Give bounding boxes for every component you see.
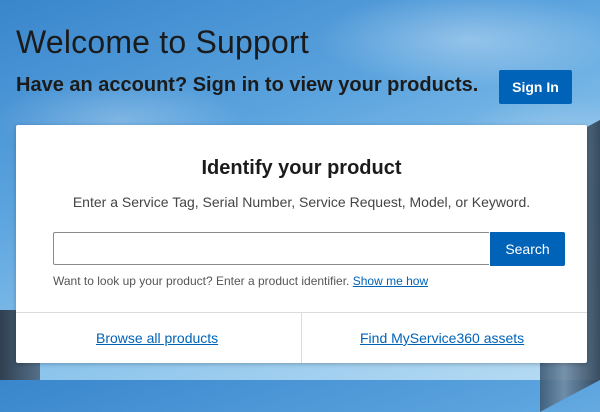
hint-text: Want to look up your product? Enter a pr… <box>53 274 350 288</box>
page-title: Welcome to Support <box>16 24 309 60</box>
identify-product-card: Identify your product Enter a Service Ta… <box>16 125 587 363</box>
account-prompt: Have an account? Sign in to view your pr… <box>16 74 479 96</box>
divider-vertical <box>301 312 302 363</box>
find-myservice360-assets-link[interactable]: Find MyService360 assets <box>360 330 524 346</box>
show-me-how-link[interactable]: Show me how <box>353 274 428 288</box>
card-title: Identify your product <box>201 157 402 179</box>
product-search-input[interactable] <box>53 232 489 265</box>
card-subtitle: Enter a Service Tag, Serial Number, Serv… <box>72 194 531 210</box>
hint-row: Want to look up your product? Enter a pr… <box>53 274 428 288</box>
browse-all-products-link[interactable]: Browse all products <box>96 330 218 346</box>
sign-in-button[interactable]: Sign In <box>499 70 572 104</box>
search-button[interactable]: Search <box>490 232 565 266</box>
